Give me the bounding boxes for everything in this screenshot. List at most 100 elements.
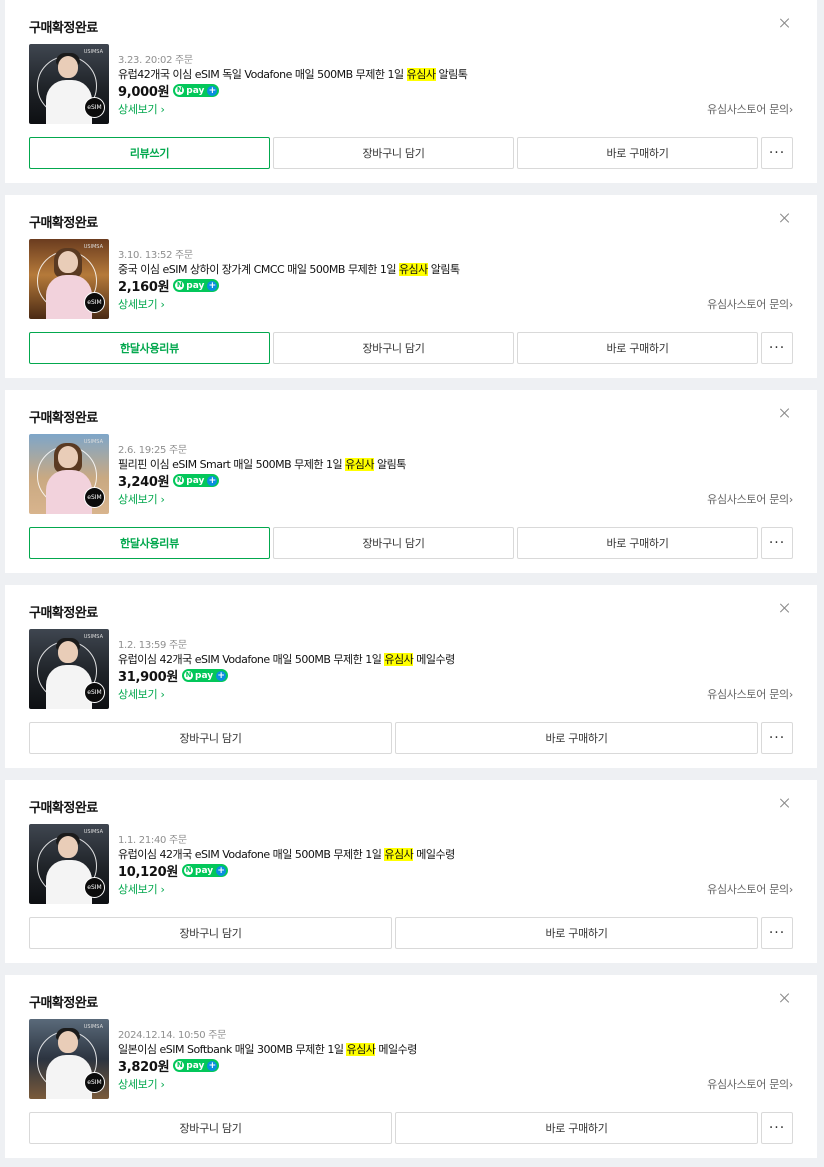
thumbnail-brand: USIMSA [83, 1024, 103, 1030]
product-name[interactable]: 일본이심 eSIM Softbank 매일 300MB 무제한 1일 유심사 메… [118, 1041, 417, 1057]
esim-badge: eSIM [84, 487, 105, 508]
buy-now-button[interactable]: 바로 구매하기 [395, 722, 758, 754]
detail-link[interactable]: 상세보기 › [118, 881, 165, 897]
order-status-title: 구매확정완료 [29, 216, 98, 231]
monthly-review-button[interactable]: 한달사용리뷰 [29, 332, 270, 364]
product-price: 9,000원 [118, 85, 170, 100]
order-card: 구매확정완료 USIMSA eSIM 3.23. 20:02 주문 유럽42개국… [5, 0, 817, 183]
thumbnail-brand: USIMSA [83, 634, 103, 640]
thumbnail-brand: USIMSA [83, 49, 103, 55]
add-to-cart-button[interactable]: 장바구니 담기 [29, 722, 392, 754]
close-icon[interactable] [778, 16, 792, 30]
highlight-text: 유심사 [346, 1043, 376, 1056]
product-price: 10,120원 [118, 865, 179, 880]
npay-plus-icon: Npay + [182, 669, 229, 682]
thumbnail-brand: USIMSA [83, 244, 103, 250]
order-card: 구매확정완료 USIMSA eSIM 2.6. 19:25 주문 필리핀 이심 … [5, 390, 817, 573]
close-icon[interactable] [778, 406, 792, 420]
chevron-right-icon: › [160, 688, 165, 701]
buy-now-button[interactable]: 바로 구매하기 [395, 1112, 758, 1144]
store-inquiry-link[interactable]: 유심사스토어 문의› [707, 686, 793, 702]
order-date: 2024.12.14. 10:50 주문 [118, 1030, 227, 1041]
order-card: 구매확정완료 USIMSA eSIM 1.1. 21:40 주문 유럽이심 42… [5, 780, 817, 963]
order-status-title: 구매확정완료 [29, 21, 98, 36]
product-name[interactable]: 유럽42개국 이심 eSIM 독일 Vodafone 매일 500MB 무제한 … [118, 66, 468, 82]
detail-link[interactable]: 상세보기 › [118, 101, 165, 117]
esim-badge: eSIM [84, 1072, 105, 1093]
chevron-right-icon: › [160, 1078, 165, 1091]
add-to-cart-button[interactable]: 장바구니 담기 [273, 332, 514, 364]
highlight-text: 유심사 [398, 263, 428, 276]
more-options-button[interactable]: ··· [761, 722, 793, 754]
order-card: 구매확정완료 USIMSA eSIM 1.2. 13:59 주문 유럽이심 42… [5, 585, 817, 768]
highlight-text: 유심사 [406, 68, 436, 81]
thumbnail-brand: USIMSA [83, 829, 103, 835]
product-name[interactable]: 유럽이심 42개국 eSIM Vodafone 매일 500MB 무제한 1일 … [118, 846, 455, 862]
order-card: 구매확정완료 USIMSA eSIM 3.10. 13:52 주문 중국 이심 … [5, 195, 817, 378]
more-options-button[interactable]: ··· [761, 527, 793, 559]
product-name[interactable]: 중국 이심 eSIM 상하이 장가계 CMCC 매일 500MB 무제한 1일 … [118, 261, 460, 277]
more-options-button[interactable]: ··· [761, 332, 793, 364]
chevron-right-icon: › [160, 298, 165, 311]
add-to-cart-button[interactable]: 장바구니 담기 [273, 527, 514, 559]
order-date: 1.1. 21:40 주문 [118, 835, 187, 846]
add-to-cart-button[interactable]: 장바구니 담기 [29, 1112, 392, 1144]
detail-link[interactable]: 상세보기 › [118, 1076, 165, 1092]
product-thumbnail[interactable]: USIMSA eSIM [29, 824, 109, 904]
product-price: 3,240원 [118, 475, 170, 490]
order-status-title: 구매확정완료 [29, 996, 98, 1011]
order-date: 2.6. 19:25 주문 [118, 445, 187, 456]
add-to-cart-button[interactable]: 장바구니 담기 [273, 137, 514, 169]
product-thumbnail[interactable]: USIMSA eSIM [29, 1019, 109, 1099]
chevron-right-icon: › [788, 883, 793, 896]
buy-now-button[interactable]: 바로 구매하기 [517, 137, 758, 169]
buy-now-button[interactable]: 바로 구매하기 [517, 332, 758, 364]
esim-badge: eSIM [84, 292, 105, 313]
chevron-right-icon: › [160, 883, 165, 896]
product-thumbnail[interactable]: USIMSA eSIM [29, 629, 109, 709]
chevron-right-icon: › [788, 493, 793, 506]
npay-plus-icon: Npay + [173, 474, 220, 487]
chevron-right-icon: › [788, 103, 793, 116]
close-icon[interactable] [778, 601, 792, 615]
highlight-text: 유심사 [345, 458, 374, 471]
order-status-title: 구매확정완료 [29, 801, 98, 816]
product-thumbnail[interactable]: USIMSA eSIM [29, 44, 109, 124]
detail-link[interactable]: 상세보기 › [118, 686, 165, 702]
close-icon[interactable] [778, 991, 792, 1005]
close-icon[interactable] [778, 211, 792, 225]
store-inquiry-link[interactable]: 유심사스토어 문의› [707, 296, 793, 312]
product-thumbnail[interactable]: USIMSA eSIM [29, 434, 109, 514]
esim-badge: eSIM [84, 682, 105, 703]
product-name[interactable]: 필리핀 이심 eSIM Smart 매일 500MB 무제한 1일 유심사 알림… [118, 456, 406, 472]
chevron-right-icon: › [160, 103, 165, 116]
chevron-right-icon: › [788, 1078, 793, 1091]
product-price: 2,160원 [118, 280, 170, 295]
more-options-button[interactable]: ··· [761, 1112, 793, 1144]
order-status-title: 구매확정완료 [29, 606, 98, 621]
monthly-review-button[interactable]: 한달사용리뷰 [29, 527, 270, 559]
highlight-text: 유심사 [384, 848, 414, 861]
review-button[interactable]: 리뷰쓰기 [29, 137, 270, 169]
add-to-cart-button[interactable]: 장바구니 담기 [29, 917, 392, 949]
more-options-button[interactable]: ··· [761, 137, 793, 169]
more-options-button[interactable]: ··· [761, 917, 793, 949]
chevron-right-icon: › [788, 298, 793, 311]
store-inquiry-link[interactable]: 유심사스토어 문의› [707, 491, 793, 507]
product-name[interactable]: 유럽이심 42개국 eSIM Vodafone 매일 500MB 무제한 1일 … [118, 651, 455, 667]
store-inquiry-link[interactable]: 유심사스토어 문의› [707, 1076, 793, 1092]
order-date: 3.23. 20:02 주문 [118, 55, 193, 66]
store-inquiry-link[interactable]: 유심사스토어 문의› [707, 881, 793, 897]
thumbnail-brand: USIMSA [83, 439, 103, 445]
detail-link[interactable]: 상세보기 › [118, 296, 165, 312]
order-status-title: 구매확정완료 [29, 411, 98, 426]
detail-link[interactable]: 상세보기 › [118, 491, 165, 507]
order-date: 1.2. 13:59 주문 [118, 640, 187, 651]
store-inquiry-link[interactable]: 유심사스토어 문의› [707, 101, 793, 117]
esim-badge: eSIM [84, 97, 105, 118]
highlight-text: 유심사 [384, 653, 414, 666]
close-icon[interactable] [778, 796, 792, 810]
buy-now-button[interactable]: 바로 구매하기 [517, 527, 758, 559]
product-thumbnail[interactable]: USIMSA eSIM [29, 239, 109, 319]
buy-now-button[interactable]: 바로 구매하기 [395, 917, 758, 949]
